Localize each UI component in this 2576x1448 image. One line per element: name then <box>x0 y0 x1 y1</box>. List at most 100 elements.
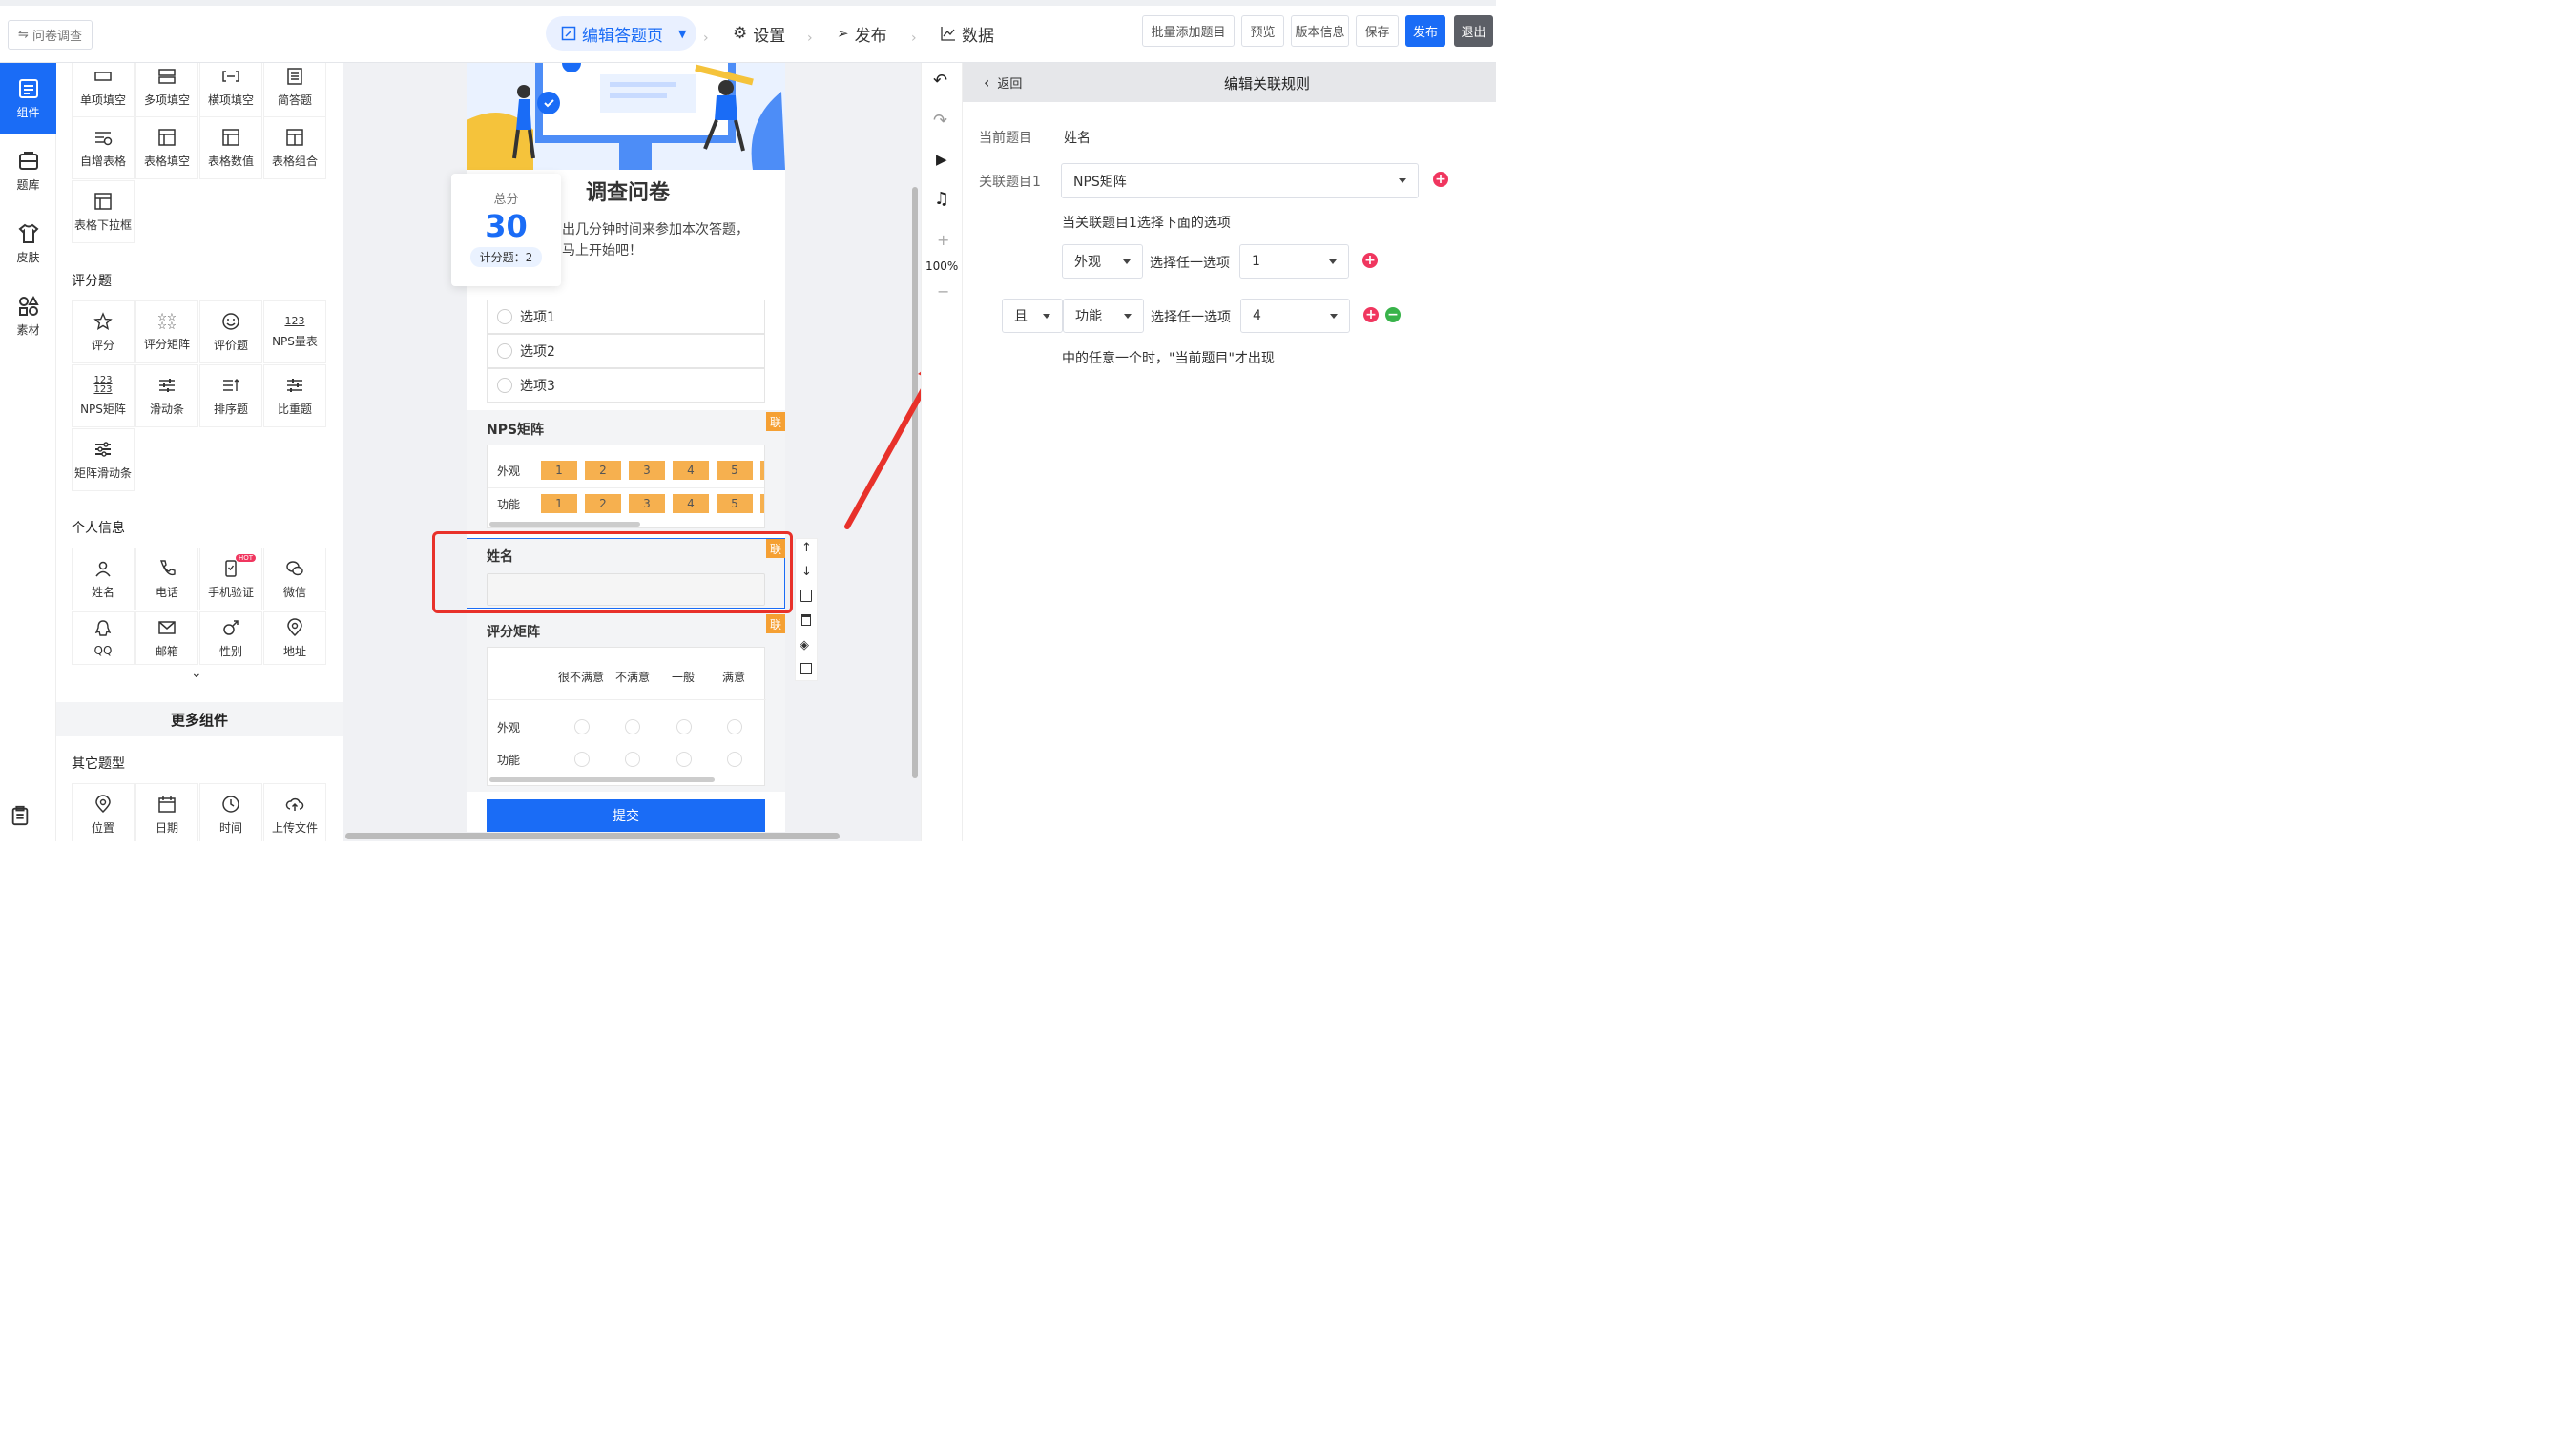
tile-table-number[interactable]: 表格数值 <box>199 116 262 179</box>
tile-location[interactable]: 位置 <box>72 783 135 841</box>
zoom-out-icon[interactable]: − <box>937 282 949 300</box>
choice-option[interactable]: 选项2 <box>487 334 765 368</box>
nps-scrollbar[interactable] <box>489 522 640 527</box>
layers-icon[interactable]: ◈ <box>800 638 809 652</box>
tile-table-fill[interactable]: 表格填空 <box>135 116 198 179</box>
condition1-value-select[interactable]: 1 <box>1239 244 1349 279</box>
tile-upload[interactable]: 上传文件 <box>263 783 326 841</box>
preview-button[interactable]: 预览 <box>1241 15 1284 47</box>
save-template-icon[interactable] <box>800 663 812 674</box>
tile-auto-table[interactable]: 自增表格 <box>72 116 135 179</box>
related-question-select[interactable]: NPS矩阵 <box>1061 163 1419 198</box>
rail-materials-label: 素材 <box>16 322 40 337</box>
delete-icon[interactable] <box>801 614 811 626</box>
tile-wechat[interactable]: 微信 <box>263 548 326 610</box>
tile-short-answer[interactable]: 简答题 <box>263 63 326 118</box>
nps-cell[interactable]: 1 <box>541 494 577 513</box>
nps-cell[interactable]: 2 <box>585 461 621 480</box>
nps-cell[interactable]: 1 <box>541 461 577 480</box>
rail-components[interactable]: 组件 <box>0 63 56 134</box>
redo-icon[interactable]: ↷ <box>933 111 947 131</box>
tile-phone-verify[interactable]: 手机验证 HOT <box>199 548 262 610</box>
add-condition-icon[interactable]: + <box>1362 253 1378 268</box>
canvas-horizontal-scrollbar[interactable] <box>345 833 840 839</box>
tile-time[interactable]: 时间 <box>199 783 262 841</box>
choice-option[interactable]: 选项3 <box>487 368 765 403</box>
remove-condition-icon[interactable]: − <box>1385 307 1401 322</box>
music-icon[interactable]: ♫ <box>934 189 949 209</box>
tile-label: 性别 <box>218 644 242 658</box>
add-condition-icon[interactable]: + <box>1363 307 1379 322</box>
more-components-bar[interactable]: 更多组件 <box>56 702 343 736</box>
rating-radio[interactable] <box>574 719 590 734</box>
caret-down-icon <box>1329 259 1337 264</box>
tile-single-fill[interactable]: 单项填空 <box>72 63 135 118</box>
tile-rating-matrix[interactable]: ☆☆ ☆☆ 评分矩阵 <box>135 300 198 363</box>
condition2-item-select[interactable]: 功能 <box>1063 299 1144 333</box>
tile-multi-fill[interactable]: 多项填空 <box>135 63 198 118</box>
zoom-in-icon[interactable]: + <box>937 231 949 249</box>
tile-address[interactable]: 地址 <box>263 611 326 665</box>
tile-weight[interactable]: 比重题 <box>263 364 326 427</box>
nps-cell[interactable]: 3 <box>629 461 665 480</box>
tile-phone[interactable]: 电话 <box>135 548 198 610</box>
tile-nps-scale[interactable]: 123 NPS量表 <box>263 300 326 363</box>
tile-horizontal-fill[interactable]: 横项填空 <box>199 63 262 118</box>
tile-date[interactable]: 日期 <box>135 783 198 841</box>
condition1-item-select[interactable]: 外观 <box>1062 244 1143 279</box>
tile-evaluation[interactable]: 评价题 <box>199 300 262 363</box>
submit-button[interactable]: 提交 <box>487 799 765 832</box>
nps-cell[interactable]: 5 <box>717 461 753 480</box>
nps-cell[interactable]: 4 <box>673 494 709 513</box>
play-icon[interactable]: ▶ <box>936 151 947 168</box>
tile-table-combo[interactable]: 表格组合 <box>263 116 326 179</box>
rail-question-bank[interactable]: 题库 <box>0 135 56 206</box>
undo-icon[interactable]: ↶ <box>933 71 947 91</box>
rating-radio[interactable] <box>625 752 640 767</box>
rail-materials[interactable]: 素材 <box>0 280 56 351</box>
rating-radio[interactable] <box>727 719 742 734</box>
rating-radio[interactable] <box>676 719 692 734</box>
rail-skin[interactable]: 皮肤 <box>0 208 56 279</box>
tile-slider[interactable]: 滑动条 <box>135 364 198 427</box>
batch-add-button[interactable]: 批量添加题目 <box>1142 15 1235 47</box>
publish-button[interactable]: 发布 <box>1405 15 1445 47</box>
choice-option[interactable]: 选项1 <box>487 300 765 334</box>
tile-matrix-slider[interactable]: 矩阵滑动条 <box>72 428 135 491</box>
tile-nps-matrix[interactable]: 123 123 NPS矩阵 <box>72 364 135 427</box>
condition2-value-select[interactable]: 4 <box>1240 299 1350 333</box>
nps-matrix-question[interactable]: 联 NPS矩阵 外观 功能 1 2 3 4 5 1 2 3 4 5 <box>467 410 785 534</box>
nav-publish[interactable]: ➢ 发布 <box>837 16 887 51</box>
tile-sorting[interactable]: 排序题 <box>199 364 262 427</box>
condition2-join-select[interactable]: 且 <box>1002 299 1063 333</box>
rating-radio[interactable] <box>727 752 742 767</box>
rating-scrollbar[interactable] <box>489 777 715 782</box>
tile-table-dropdown[interactable]: 表格下拉框 <box>72 180 135 243</box>
copy-icon[interactable] <box>800 590 812 602</box>
tile-email[interactable]: 邮箱 <box>135 611 198 665</box>
move-up-icon[interactable]: ↑ <box>801 541 812 555</box>
rating-radio[interactable] <box>574 752 590 767</box>
nps-cell[interactable]: 3 <box>629 494 665 513</box>
tile-name[interactable]: 姓名 <box>72 548 135 610</box>
nav-edit-page[interactable]: 编辑答题页 ▼ <box>546 16 696 51</box>
tile-gender[interactable]: 性别 <box>199 611 262 665</box>
exit-button[interactable]: 退出 <box>1454 15 1493 47</box>
rating-radio[interactable] <box>625 719 640 734</box>
nps-cell[interactable]: 5 <box>717 494 753 513</box>
rating-radio[interactable] <box>676 752 692 767</box>
nav-data[interactable]: 数据 <box>941 16 994 51</box>
add-related-icon[interactable]: + <box>1433 172 1448 187</box>
save-button[interactable]: 保存 <box>1356 15 1399 47</box>
version-info-button[interactable]: 版本信息 <box>1291 15 1349 47</box>
nps-cell[interactable]: 4 <box>673 461 709 480</box>
back-to-surveys-button[interactable]: ⇋ 问卷调查 <box>8 20 93 50</box>
tile-rating[interactable]: 评分 <box>72 300 135 363</box>
rating-matrix-question[interactable]: 联 评分矩阵 很不满意 不满意 一般 满意 外观 功能 <box>467 612 785 792</box>
move-down-icon[interactable]: ↓ <box>801 565 812 579</box>
tile-qq[interactable]: QQ <box>72 611 135 665</box>
nav-settings[interactable]: ⚙ 设置 <box>733 16 785 51</box>
clipboard-icon[interactable] <box>10 805 31 830</box>
expand-chevron-icon[interactable]: ⌄ <box>191 666 202 681</box>
nps-cell[interactable]: 2 <box>585 494 621 513</box>
